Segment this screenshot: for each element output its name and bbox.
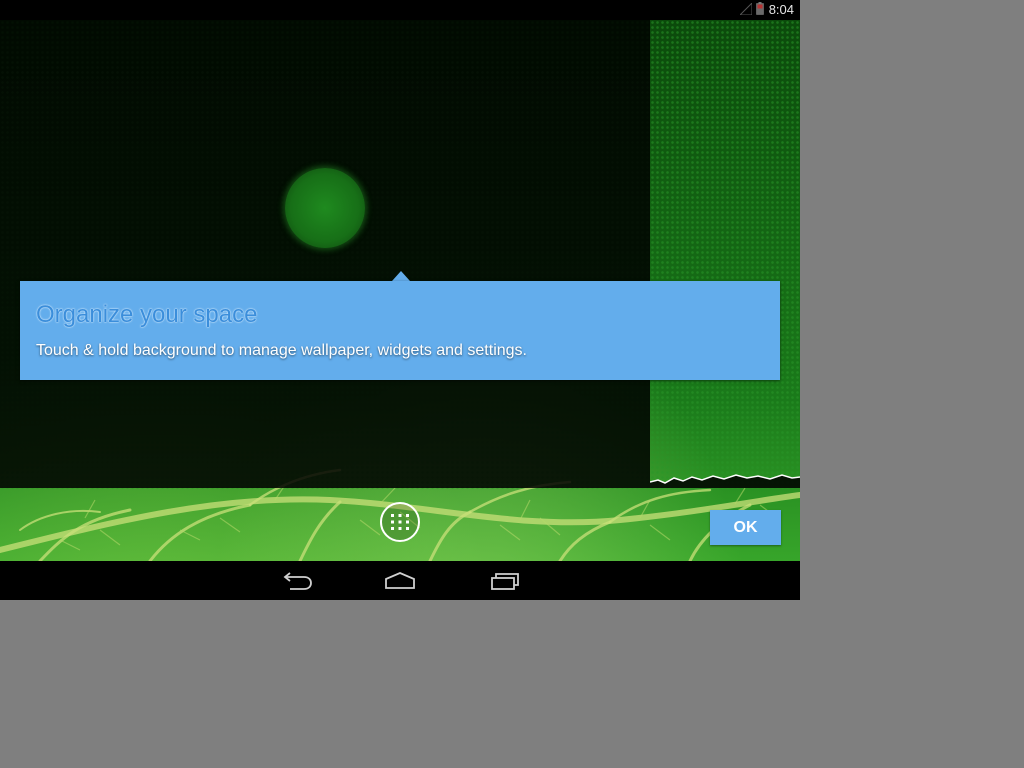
back-icon[interactable] [278,569,314,593]
all-apps-button[interactable] [380,502,420,542]
navigation-bar [0,561,800,600]
apps-grid-icon [391,514,409,530]
ok-button[interactable]: OK [710,510,781,545]
cling-body: Touch & hold background to manage wallpa… [36,342,527,359]
tablet-screen: 8:04 Organize your space Touch & hold ba… [0,0,800,600]
focus-highlight-circle [285,168,365,248]
home-icon[interactable] [382,569,418,593]
cling-pointer-arrow [392,271,410,281]
recents-icon[interactable] [487,569,523,593]
signal-icon [740,3,752,15]
cling-title: Organize your space [36,301,258,328]
dim-overlay [0,20,650,488]
torn-edge-decoration [650,474,800,488]
cling-bubble: Organize your space Touch & hold backgro… [20,281,780,380]
status-bar: 8:04 [0,0,800,20]
status-clock: 8:04 [768,2,794,17]
battery-icon [756,2,764,15]
